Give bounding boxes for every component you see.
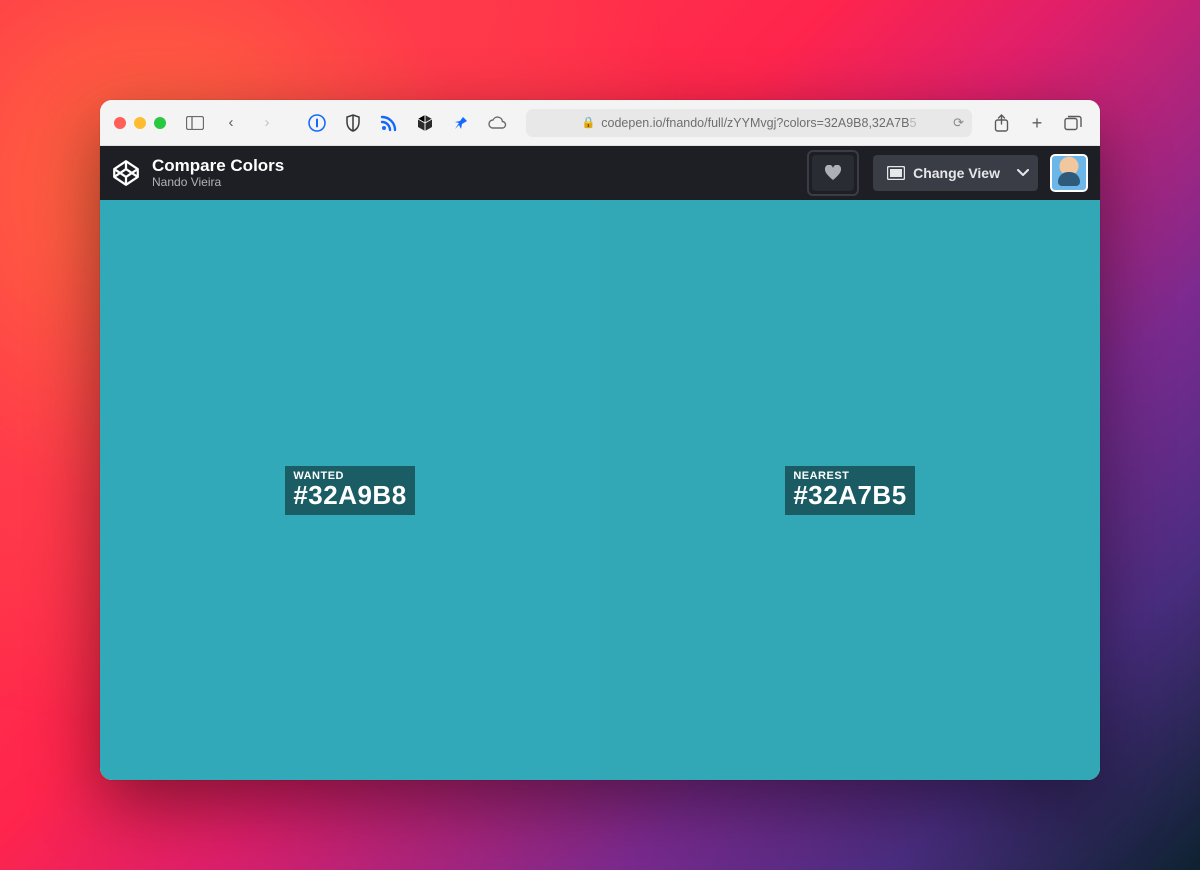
safari-toolbar: ‹ › 🔒 codepen.io/fnando/full/zYYMvgj?col…: [100, 100, 1100, 146]
reload-button[interactable]: ⟳: [953, 115, 964, 131]
cloud-extension-icon[interactable]: [484, 110, 510, 136]
color-swatch-wanted: WANTED #32A9B8: [100, 200, 600, 780]
address-bar-url: codepen.io/fnando/full/zYYMvgj?colors=32…: [601, 116, 916, 130]
pen-output: WANTED #32A9B8 NEAREST #32A7B5: [100, 200, 1100, 780]
pin-extension-icon[interactable]: [448, 110, 474, 136]
tab-overview-button[interactable]: [1060, 110, 1086, 136]
rss-extension-icon[interactable]: [376, 110, 402, 136]
color-badge-wanted: WANTED #32A9B8: [285, 466, 414, 515]
like-button-wrap: [807, 150, 859, 196]
address-bar[interactable]: 🔒 codepen.io/fnando/full/zYYMvgj?colors=…: [526, 109, 972, 137]
nearest-hex: #32A7B5: [793, 480, 906, 510]
layout-icon: [887, 166, 905, 180]
window-traffic-lights: [114, 117, 166, 129]
new-tab-button[interactable]: +: [1024, 110, 1050, 136]
chevron-down-icon: [1017, 169, 1029, 177]
like-button[interactable]: [812, 155, 854, 191]
share-button[interactable]: [988, 110, 1014, 136]
shield-extension-icon[interactable]: [340, 110, 366, 136]
minimize-window-button[interactable]: [134, 117, 146, 129]
pen-author[interactable]: Nando Vieira: [152, 176, 284, 190]
codepen-header: Compare Colors Nando Vieira Change View: [100, 146, 1100, 200]
user-avatar[interactable]: [1050, 154, 1088, 192]
onepassword-extension-icon[interactable]: [304, 110, 330, 136]
pen-title-block: Compare Colors Nando Vieira: [152, 156, 284, 189]
change-view-button[interactable]: Change View: [873, 155, 1014, 191]
safari-window: ‹ › 🔒 codepen.io/fnando/full/zYYMvgj?col…: [100, 100, 1100, 780]
back-button[interactable]: ‹: [218, 110, 244, 136]
lock-icon: 🔒: [582, 116, 596, 129]
change-view-label: Change View: [913, 165, 1000, 181]
wanted-hex: #32A9B8: [293, 480, 406, 510]
cube-extension-icon[interactable]: [412, 110, 438, 136]
sidebar-toggle-button[interactable]: [182, 110, 208, 136]
codepen-logo-icon[interactable]: [112, 159, 140, 187]
pen-title: Compare Colors: [152, 156, 284, 176]
change-view-menu-button[interactable]: [1008, 155, 1038, 191]
heart-icon: [824, 165, 842, 181]
close-window-button[interactable]: [114, 117, 126, 129]
forward-button[interactable]: ›: [254, 110, 280, 136]
zoom-window-button[interactable]: [154, 117, 166, 129]
color-swatch-nearest: NEAREST #32A7B5: [600, 200, 1100, 780]
color-badge-nearest: NEAREST #32A7B5: [785, 466, 914, 515]
